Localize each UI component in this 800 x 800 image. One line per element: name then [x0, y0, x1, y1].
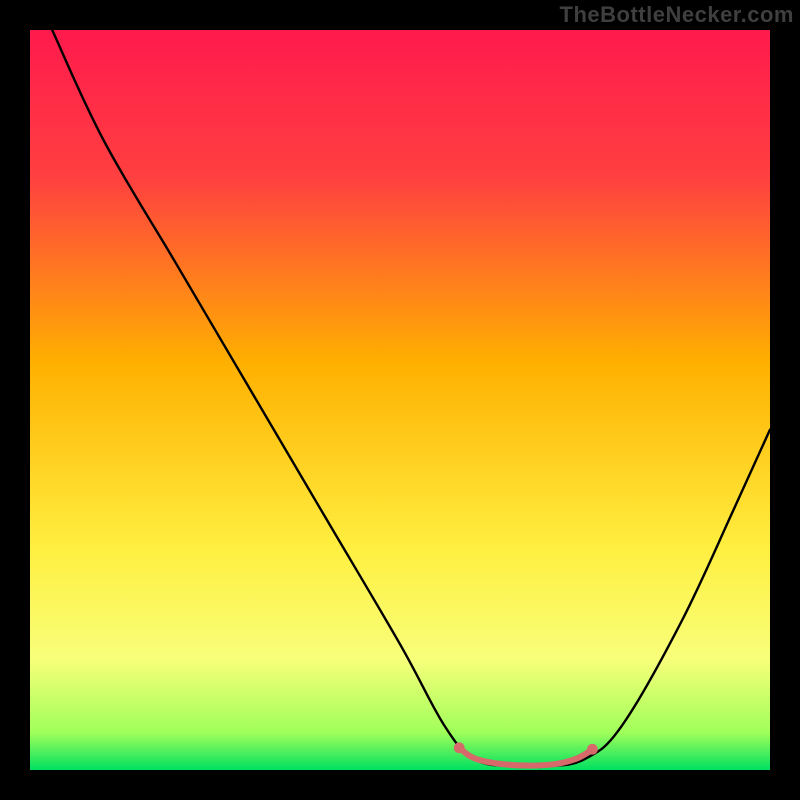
plot-area: [30, 30, 770, 770]
watermark-text: TheBottleNecker.com: [560, 2, 794, 28]
sweet-spot-endpoint-right: [587, 744, 598, 755]
gradient-background: [30, 30, 770, 770]
sweet-spot-endpoint-left: [454, 742, 465, 753]
chart-frame: TheBottleNecker.com: [0, 0, 800, 800]
chart-svg: [30, 30, 770, 770]
